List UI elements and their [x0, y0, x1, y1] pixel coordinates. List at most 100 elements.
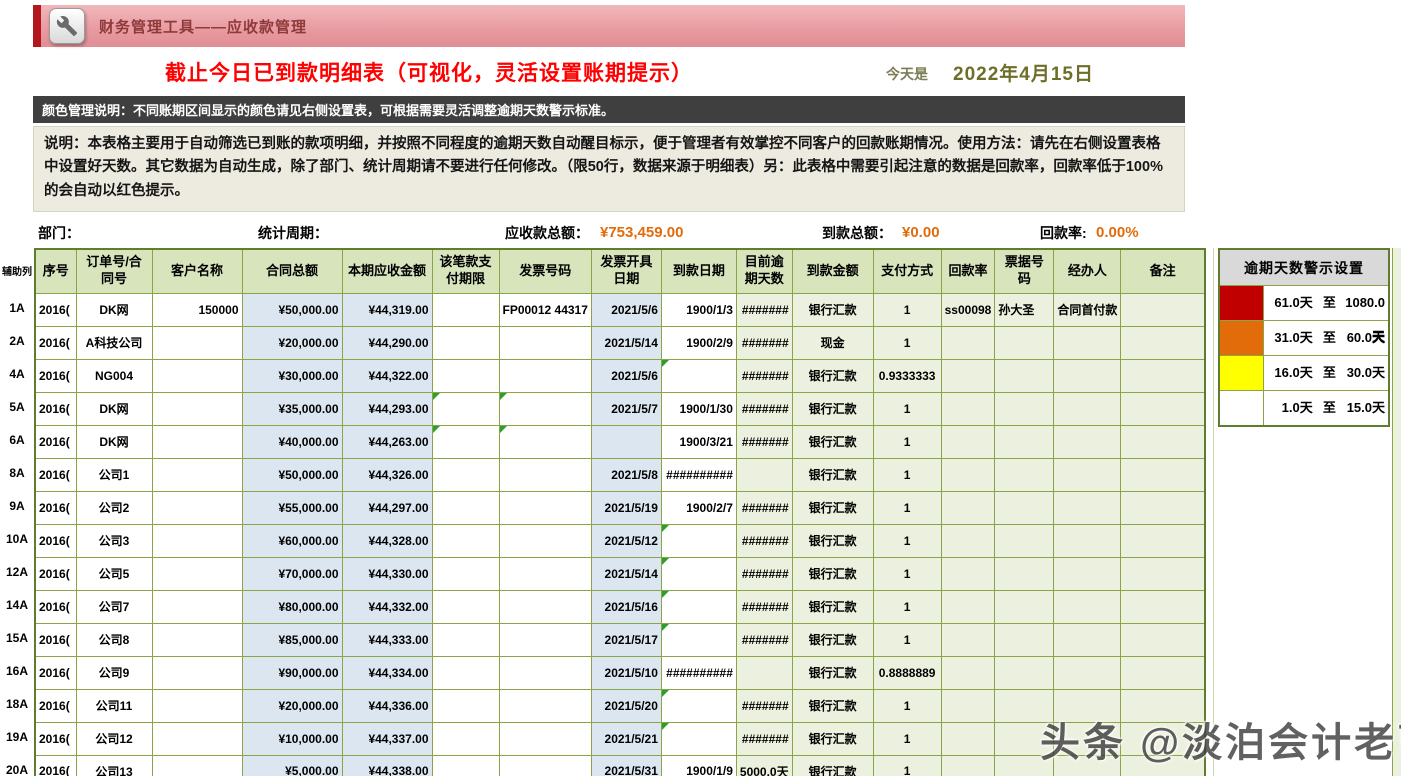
- aux-label[interactable]: 1A: [0, 292, 34, 325]
- cell[interactable]: #######: [736, 359, 792, 392]
- cell[interactable]: 2016(: [35, 326, 76, 359]
- cell[interactable]: [995, 326, 1054, 359]
- aux-label[interactable]: 8A: [0, 457, 34, 490]
- cell[interactable]: #######: [736, 590, 792, 623]
- cell[interactable]: [1054, 656, 1121, 689]
- cell[interactable]: 2021/5/7: [591, 392, 661, 425]
- cell[interactable]: [432, 392, 499, 425]
- cell[interactable]: [499, 755, 591, 776]
- cell[interactable]: 2021/5/10: [591, 656, 661, 689]
- cell[interactable]: ¥44,334.00: [342, 656, 432, 689]
- cell[interactable]: ¥55,000.00: [242, 491, 342, 524]
- cell[interactable]: 1900/2/7: [661, 491, 736, 524]
- aux-label[interactable]: 16A: [0, 655, 34, 688]
- cell[interactable]: 2021/5/6: [591, 359, 661, 392]
- cell[interactable]: 2021/5/31: [591, 755, 661, 776]
- cell[interactable]: 2016(: [35, 524, 76, 557]
- cell[interactable]: ¥60,000.00: [242, 524, 342, 557]
- cell[interactable]: [1121, 524, 1205, 557]
- cell[interactable]: [1121, 359, 1205, 392]
- cell[interactable]: 2016(: [35, 359, 76, 392]
- cell[interactable]: [941, 491, 995, 524]
- cell[interactable]: ¥80,000.00: [242, 590, 342, 623]
- cell[interactable]: [995, 524, 1054, 557]
- cell[interactable]: [736, 458, 792, 491]
- cell[interactable]: [941, 689, 995, 722]
- cell[interactable]: [432, 359, 499, 392]
- cell[interactable]: 公司1: [76, 458, 152, 491]
- cell[interactable]: [152, 491, 242, 524]
- cell[interactable]: 2021/5/8: [591, 458, 661, 491]
- column-header[interactable]: 该笔款支付期限: [432, 249, 499, 293]
- cell[interactable]: 公司8: [76, 623, 152, 656]
- cell[interactable]: 1900/3/21: [661, 425, 736, 458]
- cell[interactable]: [152, 458, 242, 491]
- cell[interactable]: ¥85,000.00: [242, 623, 342, 656]
- cell[interactable]: 公司2: [76, 491, 152, 524]
- aux-label[interactable]: 5A: [0, 391, 34, 424]
- cell[interactable]: 2021/5/17: [591, 623, 661, 656]
- aux-label[interactable]: 14A: [0, 589, 34, 622]
- cell[interactable]: [661, 623, 736, 656]
- cell[interactable]: [499, 557, 591, 590]
- cell[interactable]: [1054, 425, 1121, 458]
- aux-label[interactable]: 2A: [0, 325, 34, 358]
- cell[interactable]: 公司7: [76, 590, 152, 623]
- cell[interactable]: #######: [736, 392, 792, 425]
- cell[interactable]: 5000.0天: [736, 755, 792, 776]
- cell[interactable]: 1900/2/9: [661, 326, 736, 359]
- cell[interactable]: [1121, 458, 1205, 491]
- collection-rate-value[interactable]: 0.00%: [1096, 219, 1139, 247]
- cell[interactable]: DK网: [76, 425, 152, 458]
- cell[interactable]: 2016(: [35, 425, 76, 458]
- cell[interactable]: [152, 755, 242, 776]
- cell[interactable]: ¥44,337.00: [342, 722, 432, 755]
- cell[interactable]: [152, 722, 242, 755]
- cell[interactable]: #######: [736, 326, 792, 359]
- cell[interactable]: 1: [873, 557, 941, 590]
- aux-label[interactable]: 6A: [0, 424, 34, 457]
- cell[interactable]: [995, 458, 1054, 491]
- cell[interactable]: 1: [873, 755, 941, 776]
- cell[interactable]: 银行汇款: [792, 491, 873, 524]
- column-header[interactable]: 到款金额: [792, 249, 873, 293]
- cell[interactable]: 1: [873, 590, 941, 623]
- cell[interactable]: [1121, 293, 1205, 326]
- cell[interactable]: [941, 392, 995, 425]
- cell[interactable]: 1900/1/9: [661, 755, 736, 776]
- column-header[interactable]: 合同总额: [242, 249, 342, 293]
- cell[interactable]: [1054, 590, 1121, 623]
- aux-label[interactable]: 4A: [0, 358, 34, 391]
- cell[interactable]: 2016(: [35, 722, 76, 755]
- column-header[interactable]: 订单号/合同号: [76, 249, 152, 293]
- cell[interactable]: [152, 425, 242, 458]
- cell[interactable]: ¥44,293.00: [342, 392, 432, 425]
- cell[interactable]: ¥50,000.00: [242, 293, 342, 326]
- cell[interactable]: 2021/5/20: [591, 689, 661, 722]
- cell[interactable]: FP00012 44317: [499, 293, 591, 326]
- cell[interactable]: 0.8888889: [873, 656, 941, 689]
- cell[interactable]: [995, 359, 1054, 392]
- column-header[interactable]: 发票号码: [499, 249, 591, 293]
- cell[interactable]: 银行汇款: [792, 425, 873, 458]
- cell[interactable]: [1054, 359, 1121, 392]
- cell[interactable]: #######: [736, 491, 792, 524]
- cell[interactable]: [661, 590, 736, 623]
- cell[interactable]: [995, 425, 1054, 458]
- column-header[interactable]: 到款日期: [661, 249, 736, 293]
- cell[interactable]: 孙大圣: [995, 293, 1054, 326]
- column-header[interactable]: 本期应收金额: [342, 249, 432, 293]
- cell[interactable]: [499, 392, 591, 425]
- cell[interactable]: [941, 326, 995, 359]
- cell[interactable]: 0.9333333: [873, 359, 941, 392]
- cell[interactable]: 2016(: [35, 557, 76, 590]
- cell[interactable]: [432, 557, 499, 590]
- cell[interactable]: [736, 656, 792, 689]
- cell[interactable]: [941, 557, 995, 590]
- cell[interactable]: #######: [736, 524, 792, 557]
- cell[interactable]: [995, 590, 1054, 623]
- cell[interactable]: 公司13: [76, 755, 152, 776]
- cell[interactable]: 1900/1/30: [661, 392, 736, 425]
- cell[interactable]: 2016(: [35, 590, 76, 623]
- cell[interactable]: ¥44,290.00: [342, 326, 432, 359]
